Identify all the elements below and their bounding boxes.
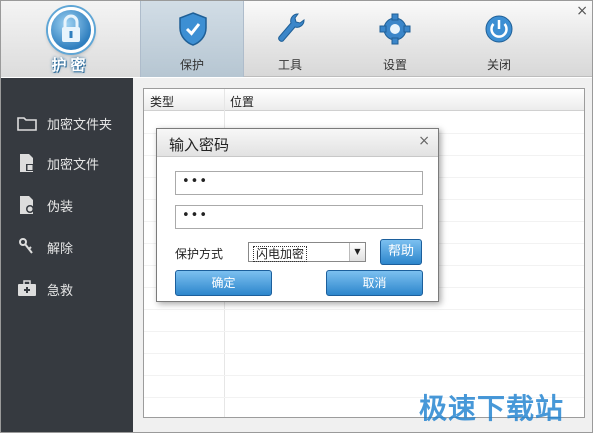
sidebar-item-label: 解除 — [47, 242, 74, 257]
dialog-title: 输入密码 — [169, 136, 230, 154]
sidebar-item-first-aid[interactable]: 急救 — [1, 274, 133, 304]
list-header: 类型 位置 — [144, 89, 584, 111]
row-divider — [144, 331, 584, 332]
sidebar-item-label: 伪装 — [47, 200, 74, 215]
first-aid-icon — [17, 279, 37, 299]
app-window: 护密 保护 工具 设置 关闭 × 加密文件夹 加密文件 伪装 解除 急救 类型 … — [0, 0, 593, 433]
column-header-location[interactable]: 位置 — [230, 93, 254, 110]
password-dialog: 输入密码 × ••• ••• 保护方式 闪电加密 ▼ 帮助 确定 取消 — [156, 128, 439, 302]
confirm-password-field[interactable]: ••• — [175, 205, 423, 229]
top-toolbar: 护密 保护 工具 设置 关闭 × — [1, 1, 592, 77]
key-icon — [17, 237, 37, 257]
sidebar-item-label: 加密文件 — [47, 158, 100, 173]
row-divider — [144, 375, 584, 376]
password-field[interactable]: ••• — [175, 171, 423, 195]
dialog-titlebar[interactable]: 输入密码 × — [157, 129, 438, 157]
folder-icon — [17, 113, 37, 133]
sidebar-item-unlock[interactable]: 解除 — [1, 232, 133, 262]
sidebar-item-encrypt-file[interactable]: 加密文件 — [1, 148, 133, 178]
tab-protect-label: 保护 — [179, 58, 204, 72]
ok-button[interactable]: 确定 — [175, 270, 272, 296]
disguise-icon — [17, 195, 37, 215]
sidebar: 加密文件夹 加密文件 伪装 解除 急救 — [1, 78, 133, 432]
gear-icon — [379, 11, 411, 47]
protect-mode-select[interactable]: 闪电加密 ▼ — [248, 242, 366, 262]
cancel-button[interactable]: 取消 — [326, 270, 423, 296]
tab-settings-label: 设置 — [382, 58, 407, 72]
dropdown-arrow-icon[interactable]: ▼ — [349, 243, 365, 261]
tab-tools[interactable]: 工具 — [238, 1, 342, 77]
tab-close-label: 关闭 — [486, 58, 511, 72]
row-divider — [144, 353, 584, 354]
row-divider — [144, 309, 584, 310]
window-close-icon[interactable]: × — [576, 3, 588, 19]
tab-close[interactable]: 关闭 — [447, 1, 551, 77]
tab-settings[interactable]: 设置 — [343, 1, 447, 77]
dialog-close-icon[interactable]: × — [418, 133, 430, 149]
sidebar-item-disguise[interactable]: 伪装 — [1, 190, 133, 220]
column-header-type[interactable]: 类型 — [150, 93, 174, 110]
tab-protect[interactable]: 保护 — [140, 1, 244, 77]
sidebar-item-label: 急救 — [47, 284, 74, 299]
sidebar-item-label: 加密文件夹 — [47, 118, 113, 133]
protect-mode-label: 保护方式 — [175, 247, 224, 261]
watermark: 极速下载站 — [419, 392, 565, 425]
app-logo: 护密 — [1, 1, 140, 77]
power-icon — [483, 11, 515, 47]
lock-logo-icon — [48, 7, 94, 53]
help-button[interactable]: 帮助 — [380, 239, 422, 265]
file-lock-icon — [17, 153, 37, 173]
tab-tools-label: 工具 — [277, 58, 302, 72]
shield-icon — [177, 11, 209, 47]
logo-text: 护密 — [51, 56, 90, 74]
protect-mode-value: 闪电加密 — [253, 246, 308, 262]
wrench-icon — [274, 11, 306, 47]
sidebar-item-encrypt-folder[interactable]: 加密文件夹 — [1, 108, 133, 138]
